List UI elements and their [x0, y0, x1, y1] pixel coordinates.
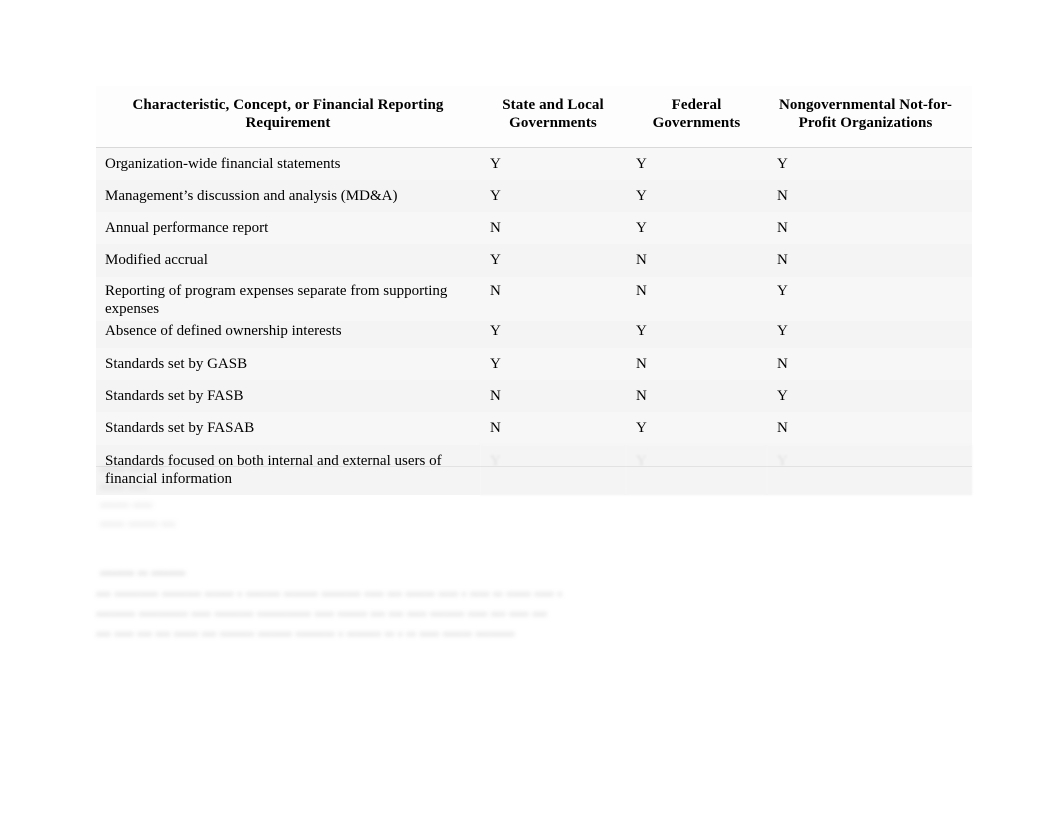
table-row: Reporting of program expenses separate f… — [96, 276, 972, 322]
column-header-nongovernmental-not-for-profit-organizations: Nongovernmental Not-for-Profit Organizat… — [767, 86, 972, 148]
column-header-federal-governments: Federal Governments — [626, 86, 767, 148]
table-row: Standards set by FASAB N Y N — [96, 412, 972, 445]
faded-section-heading: ••••••• •• ••••••• — [100, 567, 186, 582]
row-value-federal: N — [626, 276, 767, 322]
row-value-state-and-local: N — [480, 212, 626, 245]
row-value-nonprofit: Y — [767, 321, 972, 348]
row-value-state-and-local: Y — [480, 444, 626, 496]
row-characteristic: Modified accrual — [96, 244, 480, 277]
row-characteristic: Standards set by FASAB — [96, 412, 480, 445]
row-value-state-and-local: Y — [480, 244, 626, 277]
row-value-federal: N — [626, 244, 767, 277]
comparison-table-container: Characteristic, Concept, or Financial Re… — [96, 86, 972, 496]
row-characteristic: Organization-wide financial statements — [96, 147, 480, 180]
row-value-federal: N — [626, 347, 767, 380]
row-value-federal: Y — [626, 147, 767, 180]
table-header-row: Characteristic, Concept, or Financial Re… — [96, 86, 972, 148]
row-value-state-and-local: N — [480, 412, 626, 445]
row-characteristic: Reporting of program expenses separate f… — [96, 276, 480, 322]
row-value-nonprofit: Y — [767, 379, 972, 413]
table-body: Organization-wide financial statements Y… — [96, 147, 972, 496]
row-characteristic: Standards set by FASB — [96, 379, 480, 413]
row-value-state-and-local: Y — [480, 321, 626, 348]
table-row: Absence of defined ownership interests Y… — [96, 321, 972, 348]
row-value-federal: Y — [626, 321, 767, 348]
row-value-nonprofit: Y — [767, 276, 972, 322]
faded-notes-block: ••••• ••••••• ••••• •••• •••••• •••• •••… — [100, 463, 176, 533]
row-value-nonprofit: Y — [767, 444, 972, 496]
row-value-nonprofit: N — [767, 347, 972, 380]
row-value-federal: N — [626, 379, 767, 413]
row-value-state-and-local: Y — [480, 147, 626, 180]
row-value-nonprofit: N — [767, 244, 972, 277]
row-characteristic: Standards set by GASB — [96, 347, 480, 380]
row-value-nonprofit: N — [767, 412, 972, 445]
row-value-state-and-local: Y — [480, 179, 626, 213]
table-row: Standards set by GASB Y N N — [96, 347, 972, 380]
table-row: Modified accrual Y N N — [96, 244, 972, 277]
row-value-nonprofit: N — [767, 212, 972, 245]
row-value-nonprofit: N — [767, 179, 972, 213]
table-row: Standards set by FASB N N Y — [96, 379, 972, 413]
row-value-federal: Y — [626, 179, 767, 213]
row-value-nonprofit: Y — [767, 147, 972, 180]
column-header-characteristic: Characteristic, Concept, or Financial Re… — [96, 86, 480, 148]
characteristics-comparison-table: Characteristic, Concept, or Financial Re… — [96, 86, 972, 496]
row-value-state-and-local: N — [480, 379, 626, 413]
row-value-state-and-local: N — [480, 276, 626, 322]
row-value-federal: Y — [626, 212, 767, 245]
table-row: Annual performance report N Y N — [96, 212, 972, 245]
row-value-state-and-local: Y — [480, 347, 626, 380]
column-header-state-and-local-governments: State and Local Governments — [480, 86, 626, 148]
faded-body-paragraph: ••• ••••••••• •••••••• •••••• • ••••••• … — [96, 588, 563, 643]
row-value-federal: Y — [626, 412, 767, 445]
table-row: Management’s discussion and analysis (MD… — [96, 179, 972, 213]
row-value-federal: Y — [626, 444, 767, 496]
row-characteristic: Absence of defined ownership interests — [96, 321, 480, 348]
row-characteristic: Annual performance report — [96, 212, 480, 245]
row-characteristic: Management’s discussion and analysis (MD… — [96, 179, 480, 213]
table-row: Organization-wide financial statements Y… — [96, 147, 972, 180]
